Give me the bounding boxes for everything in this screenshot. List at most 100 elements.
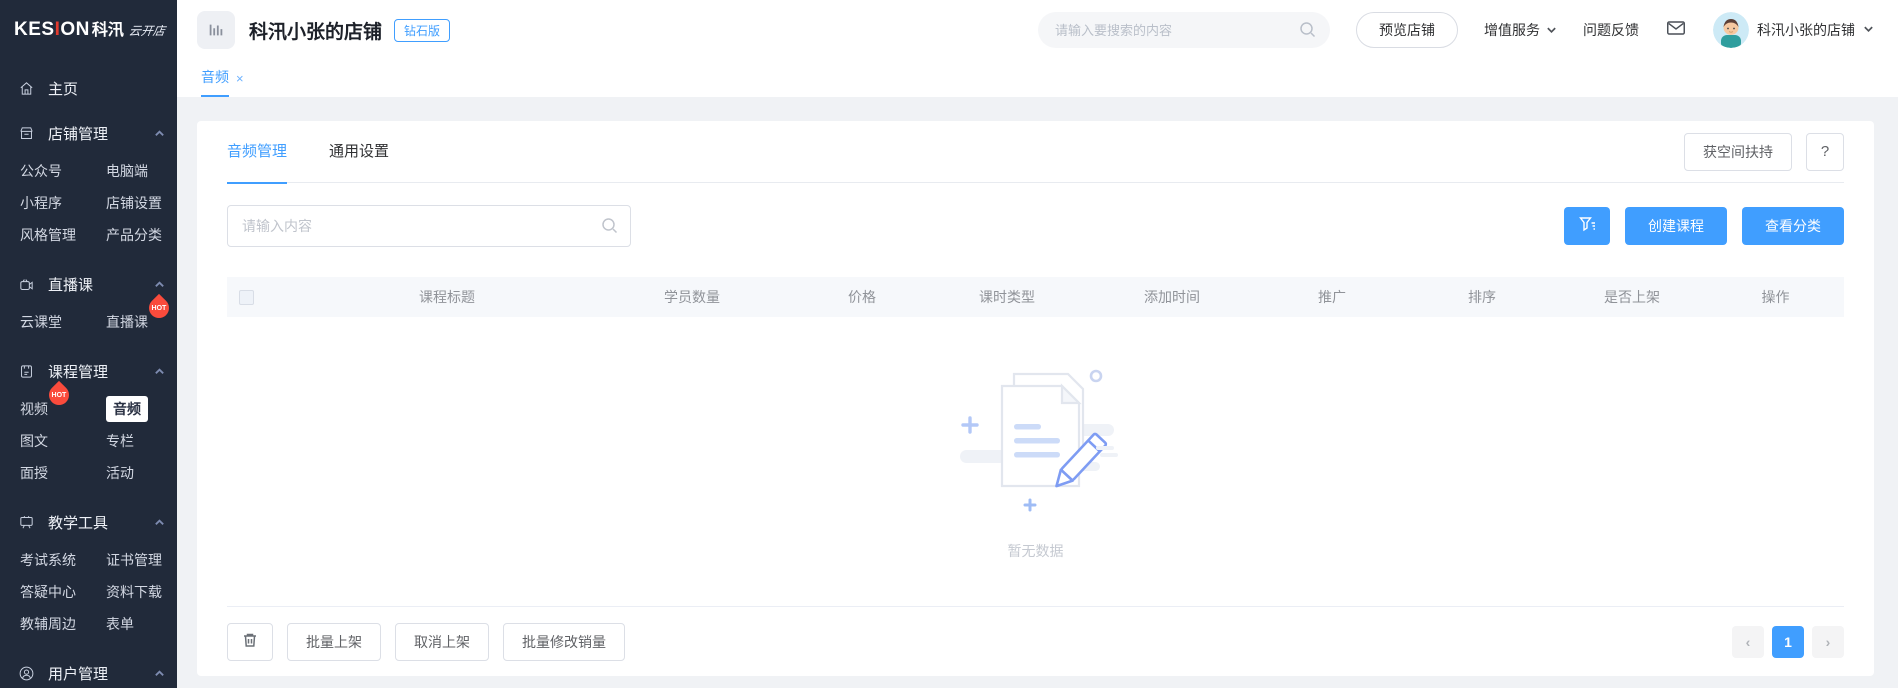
sidebar-section-live-course[interactable]: 直播课 (0, 264, 177, 304)
sidebar-link-store-settings[interactable]: 店铺设置 (106, 193, 162, 213)
kesion-logo: KESION 科汛 云开店 (0, 0, 177, 52)
tab-audio[interactable]: 音频 × (201, 60, 244, 97)
live-camera-icon (18, 276, 35, 293)
workspace-tabstrip: 音频 × (177, 60, 1898, 97)
section-label: 课程管理 (48, 363, 109, 381)
column-student-count: 学员数量 (664, 289, 720, 305)
account-menu[interactable]: 科汛小张的店铺 (1713, 12, 1874, 48)
prev-page-button[interactable]: ‹ (1732, 625, 1764, 658)
sidebar-sub-store: 公众号 电脑端 小程序 店铺设置 风格管理 产品分类 (0, 153, 177, 259)
mail-icon[interactable] (1665, 17, 1687, 44)
store-avatar-icon (197, 11, 235, 49)
sidebar-link-material-download[interactable]: 资料下载 (106, 582, 162, 602)
sidebar-link-activity[interactable]: 活动 (106, 463, 134, 483)
sidebar-link-video[interactable]: 视频 HOT (20, 380, 74, 419)
column-price: 价格 (848, 289, 876, 305)
store-icon (18, 125, 35, 142)
column-actions: 操作 (1761, 289, 1790, 305)
bulk-publish-button[interactable]: 批量上架 (287, 622, 381, 661)
empty-state: 暂无数据 (227, 317, 1844, 606)
header-search (1038, 12, 1330, 48)
topbar-right: 预览店铺 增值服务 问题反馈 (1038, 12, 1874, 48)
sidebar-link-audio[interactable]: 音频 (106, 396, 148, 422)
feedback-link[interactable]: 问题反馈 (1583, 20, 1639, 40)
value-services-menu[interactable]: 增值服务 (1484, 20, 1557, 40)
filter-icon (1578, 216, 1596, 236)
column-sort: 排序 (1468, 289, 1496, 305)
search-icon[interactable] (601, 217, 618, 234)
space-support-button[interactable]: 获空间扶持 (1684, 132, 1792, 171)
sidebar-link-column[interactable]: 专栏 (106, 431, 134, 451)
search-icon[interactable] (1299, 21, 1316, 38)
bulk-unpublish-button[interactable]: 取消上架 (395, 622, 489, 661)
chevron-down-icon (1546, 22, 1557, 38)
section-label: 教学工具 (48, 514, 109, 532)
chevron-up-icon (154, 517, 165, 528)
teaching-board-icon (18, 514, 35, 531)
sidebar-link-cloud-classroom[interactable]: 云课堂 (20, 312, 62, 332)
help-button[interactable]: ? (1806, 132, 1844, 171)
sidebar-item-home[interactable]: 主页 (0, 68, 177, 108)
view-categories-button[interactable]: 查看分类 (1742, 207, 1844, 245)
course-icon (18, 363, 35, 380)
sidebar-section-user-management[interactable]: 用户管理 (0, 653, 177, 688)
bulk-actions-bar: 批量上架 取消上架 批量修改销量 ‹ 1 › (227, 606, 1844, 676)
sidebar-section-course-management[interactable]: 课程管理 (0, 351, 177, 391)
filter-button[interactable] (1564, 207, 1610, 245)
header-search-input[interactable] (1038, 12, 1330, 48)
sidebar-link-official-account[interactable]: 公众号 (20, 161, 62, 181)
sidebar-section-teaching-tools[interactable]: 教学工具 (0, 502, 177, 542)
course-search-input[interactable] (227, 205, 631, 247)
column-promotion: 推广 (1318, 289, 1346, 305)
logo-text: KESION (14, 19, 90, 40)
pagination: ‹ 1 › (1732, 625, 1844, 658)
bulk-delete-button[interactable] (227, 622, 273, 661)
sidebar-link-offline-teaching[interactable]: 面授 (20, 463, 48, 483)
card-tabs-row: 音频管理 通用设置 获空间扶持 ? (227, 121, 1844, 184)
account-name: 科汛小张的店铺 (1757, 22, 1855, 38)
course-search (227, 205, 631, 247)
empty-illustration (946, 362, 1126, 527)
sidebar-link-teaching-aids[interactable]: 教辅周边 (20, 614, 76, 634)
sidebar-link-style-management[interactable]: 风格管理 (20, 225, 76, 245)
sidebar: KESION 科汛 云开店 主页 店铺管理 公众号 电脑端 小程序 店铺设置 风… (0, 0, 177, 688)
audio-management-card: 音频管理 通用设置 获空间扶持 ? 请输入内容 创建课程 查看分类 课程标题 学… (197, 121, 1874, 676)
sidebar-nav: 主页 店铺管理 公众号 电脑端 小程序 店铺设置 风格管理 产品分类 直播课 云… (0, 52, 177, 688)
select-all-checkbox[interactable] (239, 290, 254, 306)
section-label: 用户管理 (48, 665, 109, 683)
value-services-label: 增值服务 (1484, 22, 1540, 38)
tab-audio-management[interactable]: 音频管理 (227, 121, 288, 184)
sidebar-link-certificate-management[interactable]: 证书管理 (106, 550, 162, 570)
logo-cn: 科汛 (91, 22, 124, 39)
next-page-button[interactable]: › (1812, 625, 1844, 658)
create-course-button[interactable]: 创建课程 (1625, 207, 1727, 245)
sidebar-link-pc-site[interactable]: 电脑端 (106, 161, 148, 181)
sidebar-link-product-category[interactable]: 产品分类 (106, 225, 162, 245)
sidebar-link-qa-center[interactable]: 答疑中心 (20, 582, 76, 602)
sidebar-link-forms[interactable]: 表单 (106, 614, 134, 634)
sidebar-link-mini-program[interactable]: 小程序 (20, 193, 62, 213)
chevron-up-icon (154, 668, 165, 679)
tab-general-settings[interactable]: 通用设置 (329, 121, 389, 183)
column-lesson-type: 课时类型 (979, 289, 1035, 305)
sidebar-sub-live: 云课堂 直播课 HOT (0, 293, 177, 346)
user-icon (18, 665, 35, 682)
sidebar-section-store-management[interactable]: 店铺管理 (0, 113, 177, 153)
preview-store-button[interactable]: 预览店铺 (1356, 12, 1458, 48)
column-course-title: 课程标题 (419, 289, 475, 305)
section-label: 直播课 (48, 276, 94, 294)
close-icon[interactable]: × (236, 71, 244, 86)
store-title: 科汛小张的店铺 (249, 21, 383, 43)
logo-script: 云开店 (127, 24, 166, 38)
sidebar-link-exam-system[interactable]: 考试系统 (20, 550, 76, 570)
home-icon (18, 80, 35, 97)
sidebar-link-article[interactable]: 图文 (20, 431, 48, 451)
sidebar-link-live-course[interactable]: 直播课 HOT (106, 293, 174, 332)
bulk-edit-sales-button[interactable]: 批量修改销量 (503, 622, 625, 661)
content-area: 音频管理 通用设置 获空间扶持 ? 请输入内容 创建课程 查看分类 课程标题 学… (177, 97, 1898, 688)
avatar (1713, 12, 1749, 48)
toolbar: 创建课程 查看分类 (227, 205, 1844, 247)
chevron-up-icon (154, 279, 165, 290)
trash-icon (242, 632, 258, 651)
current-page-button[interactable]: 1 (1772, 625, 1804, 658)
